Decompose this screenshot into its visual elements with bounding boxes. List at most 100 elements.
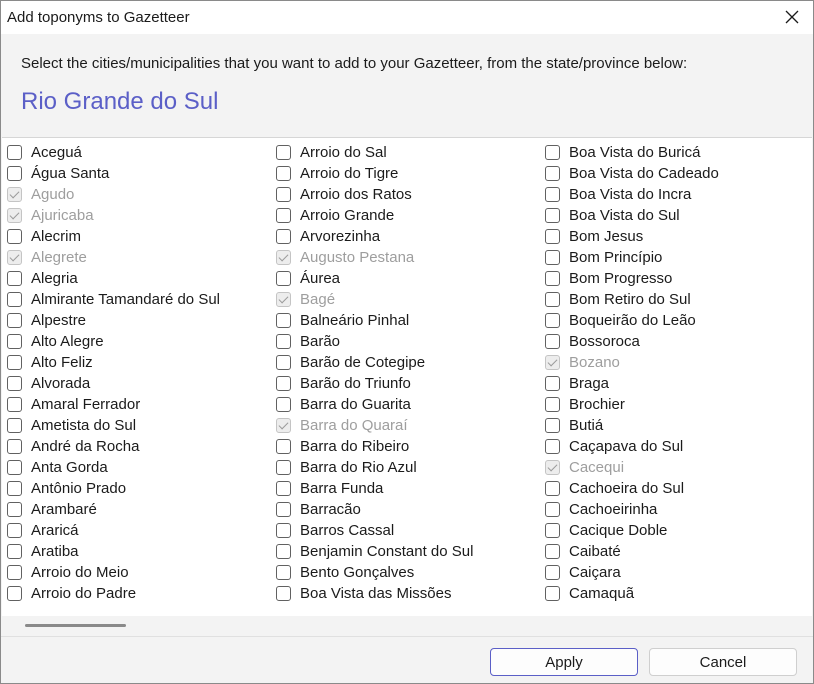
scrollbar-thumb[interactable] <box>25 624 126 627</box>
checkbox[interactable] <box>545 523 560 538</box>
city-checkbox-item[interactable]: Barão <box>276 331 473 352</box>
checkbox[interactable] <box>7 481 22 496</box>
checkbox[interactable] <box>7 439 22 454</box>
checkbox[interactable] <box>545 502 560 517</box>
checkbox[interactable] <box>7 334 22 349</box>
checkbox[interactable] <box>276 187 291 202</box>
checkbox[interactable] <box>7 229 22 244</box>
checkbox[interactable] <box>545 271 560 286</box>
city-checkbox-item[interactable]: Boa Vista do Buricá <box>545 142 719 163</box>
checkbox[interactable] <box>545 376 560 391</box>
city-checkbox-item[interactable]: Caibaté <box>545 541 719 562</box>
checkbox[interactable] <box>545 418 560 433</box>
checkbox[interactable] <box>276 271 291 286</box>
city-checkbox-item[interactable]: Braga <box>545 373 719 394</box>
checkbox[interactable] <box>545 145 560 160</box>
close-button[interactable] <box>777 3 807 31</box>
city-checkbox-item[interactable]: Cachoeira do Sul <box>545 478 719 499</box>
city-checkbox-item[interactable]: Arroio do Meio <box>7 562 220 583</box>
checkbox[interactable] <box>545 208 560 223</box>
checkbox[interactable] <box>545 313 560 328</box>
checkbox[interactable] <box>276 208 291 223</box>
checkbox[interactable] <box>7 460 22 475</box>
city-checkbox-item[interactable]: Cacique Doble <box>545 520 719 541</box>
city-checkbox-item[interactable]: Boa Vista do Cadeado <box>545 163 719 184</box>
checkbox[interactable] <box>7 145 22 160</box>
city-checkbox-item[interactable]: Arvorezinha <box>276 226 473 247</box>
city-checkbox-item[interactable]: Butiá <box>545 415 719 436</box>
checkbox[interactable] <box>276 376 291 391</box>
checkbox[interactable] <box>545 397 560 412</box>
apply-button[interactable]: Apply <box>490 648 638 676</box>
city-checkbox-item[interactable]: Bom Progresso <box>545 268 719 289</box>
city-checkbox-item[interactable]: Antônio Prado <box>7 478 220 499</box>
horizontal-scrollbar[interactable] <box>2 616 812 636</box>
city-checkbox-item[interactable]: Barão do Triunfo <box>276 373 473 394</box>
checkbox[interactable] <box>276 544 291 559</box>
city-checkbox-item[interactable]: Almirante Tamandaré do Sul <box>7 289 220 310</box>
city-checkbox-item[interactable]: Anta Gorda <box>7 457 220 478</box>
city-checkbox-item[interactable]: Cachoeirinha <box>545 499 719 520</box>
city-checkbox-item[interactable]: Barra do Rio Azul <box>276 457 473 478</box>
checkbox[interactable] <box>545 187 560 202</box>
checkbox[interactable] <box>545 229 560 244</box>
city-checkbox-item[interactable]: Arroio Grande <box>276 205 473 226</box>
city-checkbox-item[interactable]: Balneário Pinhal <box>276 310 473 331</box>
checkbox[interactable] <box>545 586 560 601</box>
city-checkbox-item[interactable]: Alecrim <box>7 226 220 247</box>
city-checkbox-item[interactable]: Alto Feliz <box>7 352 220 373</box>
checkbox[interactable] <box>276 166 291 181</box>
checkbox[interactable] <box>276 481 291 496</box>
city-checkbox-item[interactable]: Água Santa <box>7 163 220 184</box>
city-checkbox-item[interactable]: Amaral Ferrador <box>7 394 220 415</box>
city-checkbox-item[interactable]: Arroio do Tigre <box>276 163 473 184</box>
checkbox[interactable] <box>545 166 560 181</box>
checkbox[interactable] <box>7 397 22 412</box>
city-checkbox-item[interactable]: Ametista do Sul <box>7 415 220 436</box>
checkbox[interactable] <box>276 502 291 517</box>
city-checkbox-item[interactable]: Boqueirão do Leão <box>545 310 719 331</box>
city-checkbox-item[interactable]: Alto Alegre <box>7 331 220 352</box>
city-checkbox-item[interactable]: Boa Vista das Missões <box>276 583 473 604</box>
checkbox[interactable] <box>7 523 22 538</box>
city-checkbox-item[interactable]: Barros Cassal <box>276 520 473 541</box>
checkbox[interactable] <box>7 565 22 580</box>
checkbox[interactable] <box>7 355 22 370</box>
city-checkbox-item[interactable]: Araricá <box>7 520 220 541</box>
checkbox[interactable] <box>276 586 291 601</box>
city-checkbox-item[interactable]: Caçapava do Sul <box>545 436 719 457</box>
checkbox[interactable] <box>545 544 560 559</box>
city-checkbox-item[interactable]: Boa Vista do Incra <box>545 184 719 205</box>
city-checkbox-item[interactable]: Bom Retiro do Sul <box>545 289 719 310</box>
city-checkbox-item[interactable]: Alvorada <box>7 373 220 394</box>
cancel-button[interactable]: Cancel <box>649 648 797 676</box>
checkbox[interactable] <box>276 523 291 538</box>
city-checkbox-item[interactable]: Brochier <box>545 394 719 415</box>
checkbox[interactable] <box>276 145 291 160</box>
city-checkbox-item[interactable]: Arroio do Padre <box>7 583 220 604</box>
city-checkbox-item[interactable]: Barra do Ribeiro <box>276 436 473 457</box>
checkbox[interactable] <box>7 292 22 307</box>
city-checkbox-item[interactable]: Bom Princípio <box>545 247 719 268</box>
checkbox[interactable] <box>7 271 22 286</box>
city-checkbox-item[interactable]: Arroio dos Ratos <box>276 184 473 205</box>
checkbox[interactable] <box>7 418 22 433</box>
city-checkbox-item[interactable]: Caiçara <box>545 562 719 583</box>
checkbox[interactable] <box>7 313 22 328</box>
city-checkbox-item[interactable]: Bento Gonçalves <box>276 562 473 583</box>
city-checkbox-item[interactable]: André da Rocha <box>7 436 220 457</box>
checkbox[interactable] <box>7 376 22 391</box>
checkbox[interactable] <box>7 502 22 517</box>
checkbox[interactable] <box>276 313 291 328</box>
checkbox[interactable] <box>276 439 291 454</box>
checkbox[interactable] <box>545 292 560 307</box>
city-checkbox-item[interactable]: Bom Jesus <box>545 226 719 247</box>
checkbox[interactable] <box>545 439 560 454</box>
city-checkbox-item[interactable]: Camaquã <box>545 583 719 604</box>
city-checkbox-item[interactable]: Barra do Guarita <box>276 394 473 415</box>
checkbox[interactable] <box>276 565 291 580</box>
city-checkbox-item[interactable]: Alegria <box>7 268 220 289</box>
checkbox[interactable] <box>7 544 22 559</box>
checkbox[interactable] <box>276 460 291 475</box>
checkbox[interactable] <box>7 166 22 181</box>
